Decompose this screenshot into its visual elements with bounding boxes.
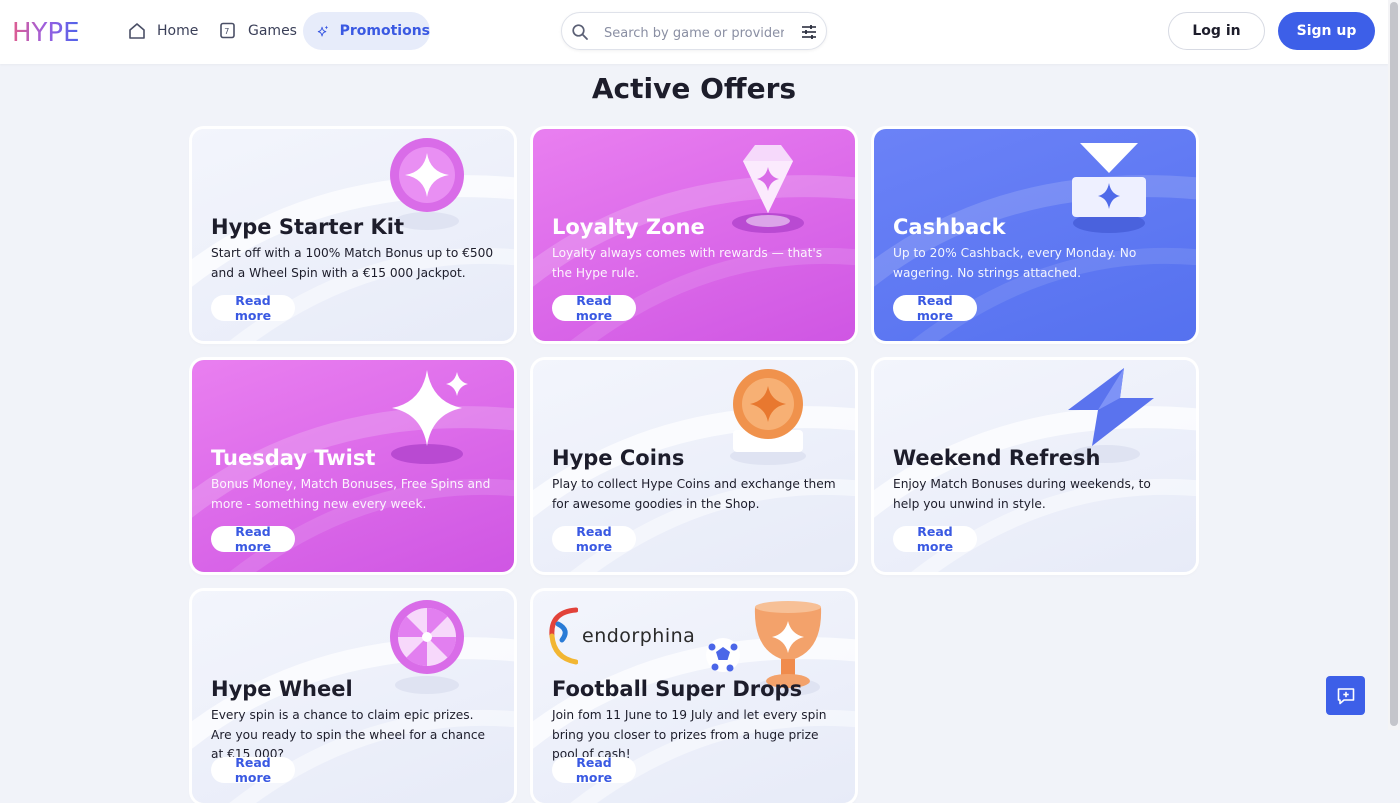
- card-description: Join fom 11 June to 19 July and let ever…: [552, 708, 827, 761]
- read-more-button[interactable]: Read more: [211, 524, 295, 554]
- search-bar: [561, 12, 827, 50]
- read-more-button[interactable]: Read more: [552, 293, 636, 323]
- wheel-icon: [390, 600, 464, 694]
- filter-icon[interactable]: [800, 23, 818, 41]
- signup-button[interactable]: Sign up: [1278, 12, 1375, 50]
- card-description: Play to collect Hype Coins and exchange …: [552, 477, 836, 511]
- top-bar: HYPE Home 7 Games Promotions Search by g…: [0, 0, 1388, 64]
- nav-home-label: Home: [157, 23, 199, 39]
- promo-card-loyalty-zone[interactable]: Loyalty Zone Loyalty always comes with r…: [533, 129, 855, 341]
- read-more-button[interactable]: Read more: [893, 293, 977, 323]
- card-description: Enjoy Match Bonuses during weekends, to …: [893, 477, 1151, 511]
- card-description: Every spin is a chance to claim epic pri…: [211, 708, 486, 761]
- promo-card-cashback[interactable]: Cashback Up to 20% Cashback, every Monda…: [874, 129, 1196, 341]
- card-title: Hype Starter Kit: [211, 215, 404, 239]
- provider-name: endorphina: [582, 625, 696, 647]
- read-more-button[interactable]: Read more: [552, 755, 636, 785]
- endorphina-logo: endorphina: [548, 605, 695, 667]
- read-more-button[interactable]: Read more: [211, 755, 295, 785]
- card-title: Hype Wheel: [211, 677, 353, 701]
- read-more-button[interactable]: Read more: [211, 293, 295, 323]
- sparkle-stars-icon: [391, 370, 468, 464]
- card-title: Tuesday Twist: [211, 446, 376, 470]
- card-title: Loyalty Zone: [552, 215, 705, 239]
- home-icon: [129, 23, 145, 39]
- nav-promotions-label: Promotions: [339, 23, 430, 39]
- svg-text:7: 7: [224, 27, 229, 36]
- nav-promotions[interactable]: Promotions: [303, 12, 430, 50]
- chat-button[interactable]: [1326, 676, 1365, 715]
- card-description: Loyalty always comes with rewards — that…: [552, 246, 823, 280]
- card-title: Football Super Drops: [552, 677, 803, 701]
- svg-text:HYPE: HYPE: [12, 18, 80, 48]
- promo-card-hype-wheel[interactable]: Hype Wheel Every spin is a chance to cla…: [192, 591, 514, 803]
- coin-icon: [730, 369, 806, 465]
- hype-logo[interactable]: HYPE: [12, 16, 96, 48]
- card-description: Bonus Money, Match Bonuses, Free Spins a…: [211, 477, 491, 511]
- read-more-button[interactable]: Read more: [552, 524, 636, 554]
- diamond-icon: [732, 145, 804, 233]
- card-title: Cashback: [893, 215, 1006, 239]
- login-button[interactable]: Log in: [1168, 12, 1265, 50]
- games-icon: 7: [220, 22, 235, 39]
- nav-games-label: Games: [248, 23, 297, 39]
- promo-card-hype-coins[interactable]: Hype Coins Play to collect Hype Coins an…: [533, 360, 855, 572]
- read-more-button[interactable]: Read more: [893, 524, 977, 554]
- card-description: Start off with a 100% Match Bonus up to …: [211, 246, 494, 280]
- nav-home[interactable]: Home: [117, 12, 207, 50]
- promo-card-tuesday-twist[interactable]: Tuesday Twist Bonus Money, Match Bonuses…: [192, 360, 514, 572]
- chat-icon: [1337, 687, 1354, 704]
- page-title: Active Offers: [591, 72, 797, 105]
- cashback-ticket-icon: [1072, 143, 1146, 233]
- scrollbar-thumb[interactable]: [1390, 2, 1398, 726]
- promo-card-football-super-drops[interactable]: endorphina Football Super Drops Join fom…: [533, 591, 855, 803]
- search-icon: [572, 24, 588, 40]
- promo-card-weekend-refresh[interactable]: Weekend Refresh Enjoy Match Bonuses duri…: [874, 360, 1196, 572]
- endorphina-mark-icon: [549, 607, 578, 665]
- card-description: Up to 20% Cashback, every Monday. No wag…: [893, 246, 1137, 280]
- sparkle-icon: [317, 25, 329, 37]
- card-title: Weekend Refresh: [893, 446, 1101, 470]
- card-title: Hype Coins: [552, 446, 685, 470]
- promo-card-hype-starter-kit[interactable]: Hype Starter Kit Start off with a 100% M…: [192, 129, 514, 341]
- nav-games[interactable]: 7 Games: [208, 12, 303, 50]
- search-input[interactable]: [602, 21, 786, 45]
